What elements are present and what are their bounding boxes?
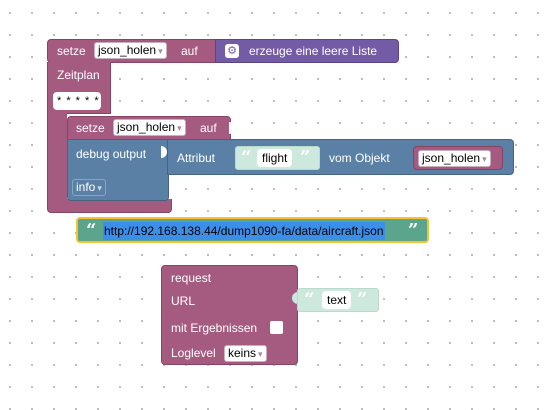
quote-close-icon: ”: [357, 289, 368, 310]
with-results-label: mit Ergebnissen: [171, 321, 258, 335]
schedule-block[interactable]: Zeitplan * * * * *: [47, 62, 111, 114]
quote-open-icon: “: [304, 289, 315, 310]
get-attribute-block[interactable]: Attribut “ flight ” vom Objekt json_hole…: [167, 139, 514, 175]
debug-label: debug output: [76, 147, 147, 161]
attribute-name-field[interactable]: flight: [257, 149, 293, 167]
chevron-down-icon: ▾: [97, 183, 102, 193]
loglevel-dropdown[interactable]: keins ▾: [224, 345, 267, 362]
input-notch: [209, 44, 215, 56]
create-list-label: erzeuge eine leere Liste: [249, 44, 378, 58]
variable-dropdown[interactable]: json_holen ▾: [94, 42, 167, 59]
request-url-field[interactable]: text: [322, 291, 352, 309]
schedule-label: Zeitplan: [57, 68, 100, 82]
debug-output-block[interactable]: debug output info ▾: [67, 139, 169, 201]
url-text-block[interactable]: “ http://192.168.138.44/dump1090-fa/data…: [76, 217, 429, 243]
gear-icon[interactable]: ⚙: [225, 44, 239, 58]
quote-open-icon: “: [241, 147, 252, 168]
chevron-down-icon: ▾: [482, 154, 487, 164]
log-level-dropdown[interactable]: info ▾: [72, 179, 106, 196]
input-notch: [229, 122, 235, 134]
cron-pattern-field[interactable]: * * * * *: [53, 92, 101, 110]
chevron-down-icon: ▾: [177, 123, 182, 133]
request-label: request: [171, 271, 212, 285]
variable-name: json_holen: [117, 120, 176, 134]
variable-dropdown[interactable]: json_holen ▾: [113, 119, 186, 136]
quote-close-icon: ”: [408, 220, 419, 241]
quote-close-icon: ”: [300, 147, 311, 168]
set-suffix: auf: [181, 44, 198, 58]
chevron-down-icon: ▾: [158, 46, 163, 56]
url-field[interactable]: http://192.168.138.44/dump1090-fa/data/a…: [103, 222, 385, 240]
set-keyword: setze: [76, 121, 105, 135]
attribute-string-block[interactable]: “ flight ”: [235, 146, 320, 170]
quote-open-icon: “: [86, 220, 97, 241]
loglevel-label: Loglevel: [171, 346, 216, 360]
variable-name: json_holen: [422, 151, 481, 165]
schedule-block-rail: [47, 113, 67, 200]
set-suffix: auf: [200, 121, 217, 135]
request-url-string-block[interactable]: “ text ”: [297, 288, 379, 312]
from-object-label: vom Objekt: [329, 151, 390, 165]
loglevel-value: keins: [228, 346, 257, 360]
url-label: URL: [171, 294, 196, 308]
object-variable-block[interactable]: json_holen ▾: [413, 146, 503, 170]
log-level-value: info: [76, 180, 96, 194]
variable-dropdown[interactable]: json_holen ▾: [418, 150, 491, 167]
with-results-checkbox[interactable]: [270, 321, 283, 334]
variable-name: json_holen: [98, 43, 157, 57]
attribute-label: Attribut: [177, 151, 216, 165]
set-variable-block[interactable]: setze json_holen ▾ auf: [47, 39, 219, 63]
request-block[interactable]: request URL mit Ergebnissen Loglevel kei…: [161, 265, 298, 365]
create-empty-list-block[interactable]: ⚙ erzeuge eine leere Liste: [215, 39, 399, 63]
inner-set-variable-block[interactable]: setze json_holen ▾ auf: [67, 116, 231, 140]
schedule-block-footer: [47, 199, 172, 213]
chevron-down-icon: ▾: [258, 349, 263, 359]
set-keyword: setze: [57, 44, 86, 58]
